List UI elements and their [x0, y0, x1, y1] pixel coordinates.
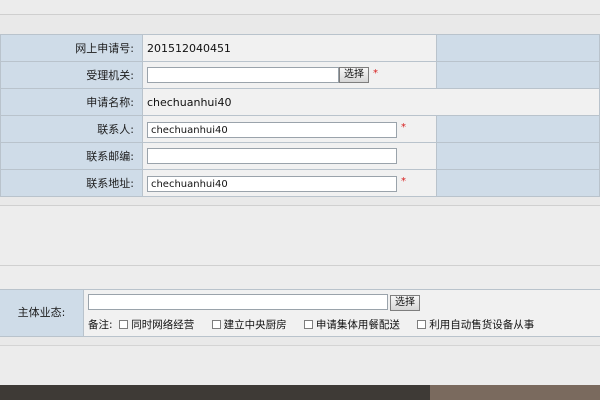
- main-business-label: 主体业态:: [0, 290, 84, 336]
- remarks-options: 备注: 同时网络经营 建立中央厨房 申请集体用餐配送 利用自动售货设备从事: [88, 317, 548, 332]
- side-panel-cell: [436, 61, 600, 89]
- side-panel-cell: [436, 115, 600, 143]
- accept-org-label: 受理机关:: [0, 61, 143, 89]
- contact-label: 联系人:: [0, 115, 143, 143]
- row-online-app-no: 网上申请号: 201512040451: [0, 34, 600, 62]
- bottom-edge: [0, 385, 600, 400]
- top-toolbar-strip: [0, 0, 600, 15]
- checkbox[interactable]: [119, 320, 129, 329]
- row-postcode: 联系邮编:: [0, 142, 600, 170]
- option-group-meal-delivery[interactable]: 申请集体用餐配送: [303, 317, 400, 332]
- option-central-kitchen[interactable]: 建立中央厨房: [211, 317, 287, 332]
- applicant-name-label: 申请名称:: [0, 88, 143, 116]
- accept-org-input[interactable]: [146, 66, 339, 83]
- row-address: 联系地址: chechuanhui40 *: [0, 169, 600, 197]
- accept-org-select-button[interactable]: 选择: [338, 66, 369, 83]
- main-business-row: 主体业态: 选择 备注: 同时网络经营 建立中央厨房 申请集体用餐配送 利用自动…: [0, 289, 600, 337]
- blank-section: [0, 205, 600, 266]
- online-app-no-label: 网上申请号:: [0, 34, 143, 62]
- blank-section: [0, 265, 600, 290]
- required-mark: *: [372, 68, 378, 79]
- address-label: 联系地址:: [0, 169, 143, 197]
- option-vending-machine[interactable]: 利用自动售货设备从事: [417, 317, 534, 332]
- side-panel-cell: [436, 169, 600, 197]
- checkbox[interactable]: [211, 320, 221, 329]
- row-contact: 联系人: chechuanhui40 *: [0, 115, 600, 143]
- online-app-no-value: 201512040451: [146, 41, 231, 55]
- side-panel-cell: [436, 34, 600, 62]
- footer-area: [0, 345, 600, 386]
- side-panel-cell: [436, 142, 600, 170]
- checkbox[interactable]: [417, 320, 427, 329]
- row-applicant-name: 申请名称: chechuanhui40: [0, 88, 600, 116]
- application-form-table: 网上申请号: 201512040451 受理机关: 选择 * 申请名称: chec…: [0, 34, 600, 197]
- row-accept-org: 受理机关: 选择 *: [0, 61, 600, 89]
- applicant-name-value: chechuanhui40: [146, 95, 232, 109]
- remarks-label: 备注:: [88, 319, 113, 331]
- checkbox[interactable]: [303, 320, 313, 329]
- postcode-label: 联系邮编:: [0, 142, 143, 170]
- address-input[interactable]: chechuanhui40: [146, 176, 397, 192]
- option-online-operation[interactable]: 同时网络经营: [119, 317, 194, 332]
- required-mark: *: [400, 176, 406, 187]
- contact-input[interactable]: chechuanhui40: [146, 122, 397, 138]
- main-business-input[interactable]: [88, 294, 388, 310]
- required-mark: *: [400, 122, 406, 133]
- main-business-select-button[interactable]: 选择: [390, 295, 420, 311]
- postcode-input[interactable]: [146, 147, 397, 164]
